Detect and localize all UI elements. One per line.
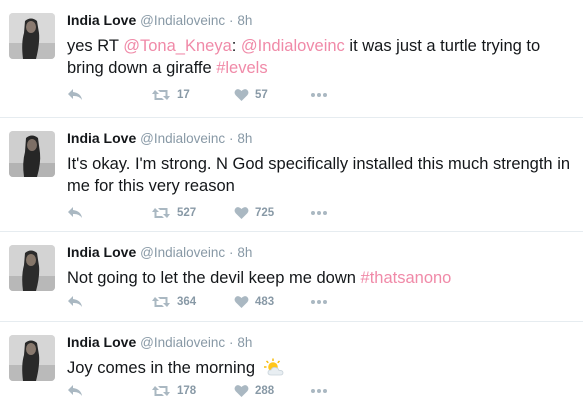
tweet-text: Not going to let the devil keep me down … bbox=[67, 267, 575, 289]
retweet-icon bbox=[152, 90, 170, 100]
text-part: : bbox=[231, 37, 241, 55]
retweet-button[interactable]: 17 bbox=[151, 86, 190, 104]
mention-link[interactable]: @Tona_Kneya bbox=[123, 37, 232, 55]
text-part: yes RT bbox=[67, 37, 124, 55]
retweet-button[interactable]: 527 bbox=[151, 204, 196, 222]
author-name[interactable]: India Love bbox=[67, 130, 136, 146]
reply-button[interactable] bbox=[67, 86, 83, 104]
more-button[interactable] bbox=[310, 204, 328, 222]
retweet-icon bbox=[152, 297, 170, 307]
more-icon bbox=[311, 389, 327, 393]
text-part: Joy comes in the morning bbox=[67, 359, 260, 377]
avatar[interactable] bbox=[9, 13, 55, 59]
tweet[interactable]: India Love @Indialoveinc · 8h yes RT @To… bbox=[0, 0, 583, 118]
hashtag-link[interactable]: #thatsanono bbox=[361, 269, 452, 287]
tweet-header: India Love @Indialoveinc · 8h bbox=[67, 333, 575, 352]
tweet-content: India Love @Indialoveinc · 8h yes RT @To… bbox=[67, 11, 575, 79]
reply-button[interactable] bbox=[67, 382, 83, 400]
retweet-icon bbox=[152, 386, 170, 396]
tweet-actions: 527 725 bbox=[67, 204, 367, 222]
tweet-text: yes RT @Tona_Kneya: @Indialoveinc it was… bbox=[67, 35, 575, 79]
author-name[interactable]: India Love bbox=[67, 244, 136, 260]
avatar[interactable] bbox=[9, 131, 55, 177]
retweet-count: 17 bbox=[177, 89, 190, 101]
like-button[interactable]: 57 bbox=[234, 86, 268, 104]
tweet-actions: 364 483 bbox=[67, 293, 367, 311]
retweet-count: 364 bbox=[177, 296, 197, 308]
more-button[interactable] bbox=[310, 293, 328, 311]
reply-button[interactable] bbox=[67, 204, 83, 222]
mention-link[interactable]: @Indialoveinc bbox=[241, 37, 345, 55]
more-icon bbox=[311, 211, 327, 215]
more-icon bbox=[311, 93, 327, 97]
reply-icon bbox=[68, 89, 82, 100]
avatar[interactable] bbox=[9, 335, 55, 381]
timestamp[interactable]: 8h bbox=[237, 131, 252, 146]
avatar[interactable] bbox=[9, 245, 55, 291]
timestamp[interactable]: 8h bbox=[237, 335, 252, 350]
tweet-content: India Love @Indialoveinc · 8h It's okay.… bbox=[67, 129, 575, 197]
tweet-content: India Love @Indialoveinc · 8h Joy comes … bbox=[67, 333, 575, 379]
tweet[interactable]: India Love @Indialoveinc · 8h It's okay.… bbox=[0, 118, 583, 232]
like-button[interactable]: 288 bbox=[234, 382, 274, 400]
tweet-content: India Love @Indialoveinc · 8h Not going … bbox=[67, 243, 575, 289]
tweet-header: India Love @Indialoveinc · 8h bbox=[67, 11, 575, 30]
like-icon bbox=[234, 89, 249, 101]
tweet-actions: 178 288 bbox=[67, 382, 367, 400]
separator-dot: · bbox=[229, 13, 234, 28]
like-button[interactable]: 483 bbox=[234, 293, 274, 311]
tweet[interactable]: India Love @Indialoveinc · 8h Joy comes … bbox=[0, 322, 583, 409]
reply-icon bbox=[68, 296, 82, 307]
tweet-header: India Love @Indialoveinc · 8h bbox=[67, 129, 575, 148]
sun-behind-cloud-icon bbox=[263, 358, 283, 376]
like-icon bbox=[234, 207, 249, 219]
retweet-button[interactable]: 364 bbox=[151, 293, 196, 311]
hashtag-link[interactable]: #levels bbox=[216, 59, 267, 77]
more-button[interactable] bbox=[310, 382, 328, 400]
timestamp[interactable]: 8h bbox=[237, 13, 252, 28]
timestamp[interactable]: 8h bbox=[237, 245, 252, 260]
reply-icon bbox=[68, 207, 82, 218]
separator-dot: · bbox=[229, 131, 234, 146]
author-handle[interactable]: @Indialoveinc bbox=[140, 335, 225, 350]
timeline: India Love @Indialoveinc · 8h yes RT @To… bbox=[0, 0, 583, 409]
more-icon bbox=[311, 300, 327, 304]
author-handle[interactable]: @Indialoveinc bbox=[140, 13, 225, 28]
like-count: 288 bbox=[255, 385, 275, 397]
tweet[interactable]: India Love @Indialoveinc · 8h Not going … bbox=[0, 232, 583, 322]
text-part: It's okay. I'm strong. N God specificall… bbox=[67, 155, 571, 195]
separator-dot: · bbox=[229, 335, 234, 350]
retweet-count: 527 bbox=[177, 207, 197, 219]
text-part: Not going to let the devil keep me down bbox=[67, 269, 361, 287]
retweet-button[interactable]: 178 bbox=[151, 382, 196, 400]
like-count: 57 bbox=[255, 89, 268, 101]
author-handle[interactable]: @Indialoveinc bbox=[140, 131, 225, 146]
like-count: 725 bbox=[255, 207, 275, 219]
reply-button[interactable] bbox=[67, 293, 83, 311]
retweet-icon bbox=[152, 208, 170, 218]
author-handle[interactable]: @Indialoveinc bbox=[140, 245, 225, 260]
tweet-header: India Love @Indialoveinc · 8h bbox=[67, 243, 575, 262]
author-name[interactable]: India Love bbox=[67, 12, 136, 28]
author-name[interactable]: India Love bbox=[67, 334, 136, 350]
retweet-count: 178 bbox=[177, 385, 197, 397]
tweet-text: It's okay. I'm strong. N God specificall… bbox=[67, 153, 575, 197]
like-icon bbox=[234, 385, 249, 397]
tweet-actions: 17 57 bbox=[67, 86, 367, 104]
like-button[interactable]: 725 bbox=[234, 204, 274, 222]
reply-icon bbox=[68, 385, 82, 396]
like-count: 483 bbox=[255, 296, 275, 308]
more-button[interactable] bbox=[310, 86, 328, 104]
separator-dot: · bbox=[229, 245, 234, 260]
like-icon bbox=[234, 296, 249, 308]
tweet-text: Joy comes in the morning bbox=[67, 357, 575, 379]
